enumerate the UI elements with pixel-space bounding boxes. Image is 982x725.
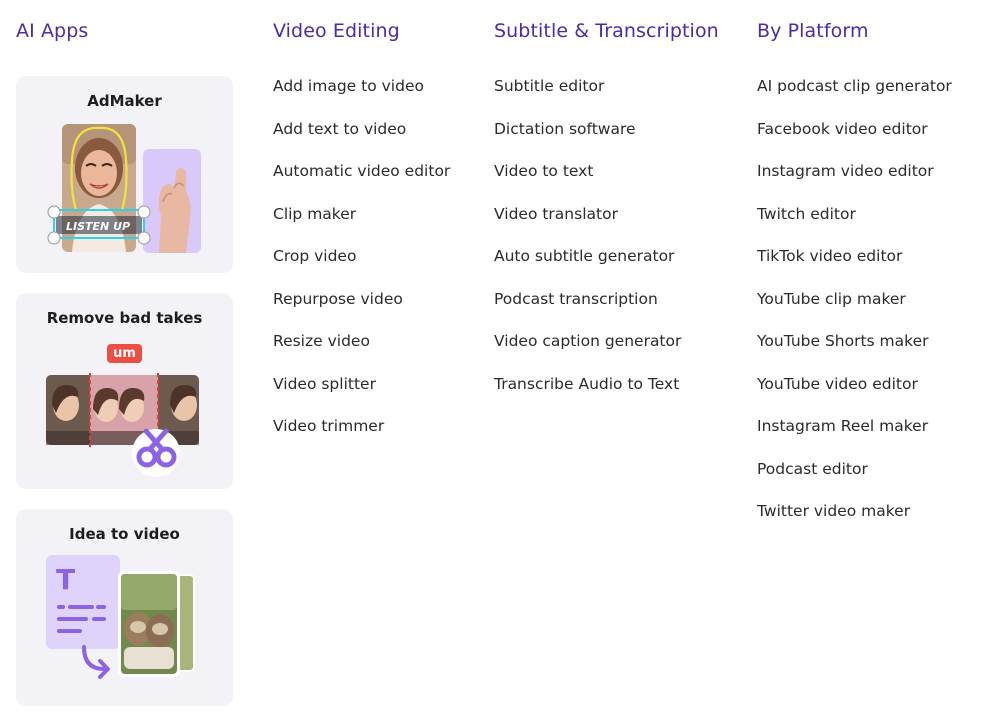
by-platform-link[interactable]: TikTok video editor xyxy=(757,245,952,288)
admaker-card[interactable]: AdMaker LISTEN UP xyxy=(16,76,233,273)
scissors-icon xyxy=(132,428,180,477)
remove-bad-takes-illustration xyxy=(46,373,199,477)
subtitle-transcription-link[interactable]: Subtitle editor xyxy=(494,75,681,118)
by-platform-link[interactable]: YouTube video editor xyxy=(757,373,952,416)
subtitle-transcription-link[interactable]: Video to text xyxy=(494,160,681,203)
by-platform-link[interactable]: Instagram video editor xyxy=(757,160,952,203)
text-glyph-icon: T xyxy=(56,563,75,596)
ai-apps-heading: AI Apps xyxy=(16,20,89,42)
by-platform-link[interactable]: AI podcast clip generator xyxy=(757,75,952,118)
video-editing-link[interactable]: Add text to video xyxy=(273,118,450,161)
face-frames xyxy=(46,385,199,445)
idea-to-video-card[interactable]: Idea to video T xyxy=(16,509,233,706)
admaker-illustration: LISTEN UP xyxy=(47,124,201,253)
subtitle-transcription-link[interactable]: Auto subtitle generator xyxy=(494,245,681,288)
video-editing-link[interactable]: Resize video xyxy=(273,330,450,373)
by-platform-link[interactable]: YouTube clip maker xyxy=(757,288,952,331)
by-platform-link[interactable]: Twitter video maker xyxy=(757,500,952,543)
video-editing-heading: Video Editing xyxy=(273,20,400,42)
by-platform-link[interactable]: YouTube Shorts maker xyxy=(757,330,952,373)
subtitle-transcription-heading: Subtitle & Transcription xyxy=(494,20,719,42)
curved-arrow-icon xyxy=(82,645,110,679)
by-platform-link[interactable]: Facebook video editor xyxy=(757,118,952,161)
idea-to-video-illustration: T xyxy=(46,555,195,679)
video-editing-link[interactable]: Clip maker xyxy=(273,203,450,246)
subtitle-transcription-link[interactable]: Video translator xyxy=(494,203,681,246)
video-editing-link[interactable]: Add image to video xyxy=(273,75,450,118)
by-platform-link[interactable]: Podcast editor xyxy=(757,458,952,501)
by-platform-heading: By Platform xyxy=(757,20,869,42)
video-editing-link[interactable]: Video splitter xyxy=(273,373,450,416)
video-editing-list: Add image to video Add text to video Aut… xyxy=(273,75,450,458)
subtitle-transcription-list: Subtitle editor Dictation software Video… xyxy=(494,75,681,415)
remove-bad-takes-card[interactable]: Remove bad takes um xyxy=(16,293,233,489)
video-editing-link[interactable]: Repurpose video xyxy=(273,288,450,331)
subtitle-transcription-link[interactable]: Video caption generator xyxy=(494,330,681,373)
by-platform-list: AI podcast clip generator Facebook video… xyxy=(757,75,952,543)
subtitle-transcription-link[interactable]: Podcast transcription xyxy=(494,288,681,331)
subtitle-transcription-link[interactable]: Dictation software xyxy=(494,118,681,161)
by-platform-link[interactable]: Instagram Reel maker xyxy=(757,415,952,458)
video-editing-link[interactable]: Video trimmer xyxy=(273,415,450,458)
subtitle-transcription-link[interactable]: Transcribe Audio to Text xyxy=(494,373,681,416)
video-editing-link[interactable]: Crop video xyxy=(273,245,450,288)
admaker-caption: LISTEN UP xyxy=(66,220,130,233)
sloth-photo xyxy=(118,571,180,677)
by-platform-link[interactable]: Twitch editor xyxy=(757,203,952,246)
video-editing-link[interactable]: Automatic video editor xyxy=(273,160,450,203)
